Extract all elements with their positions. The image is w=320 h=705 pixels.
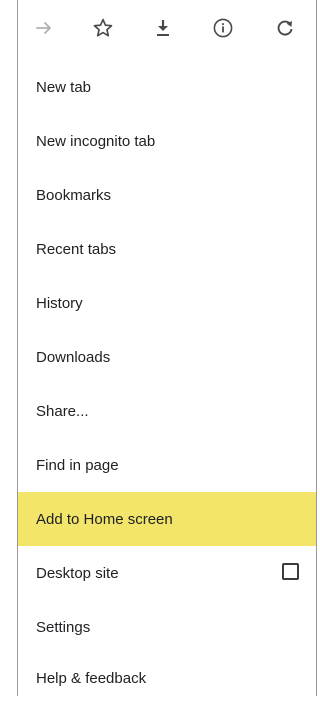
overflow-menu: New tab New incognito tab Bookmarks Rece… <box>17 0 317 696</box>
menu-item-label: History <box>36 294 83 312</box>
menu-item-new-tab[interactable]: New tab <box>18 60 316 114</box>
menu-item-label: New tab <box>36 78 92 96</box>
desktop-site-checkbox[interactable] <box>282 563 299 580</box>
menu-item-recent-tabs[interactable]: Recent tabs <box>18 222 316 276</box>
download-icon[interactable] <box>149 14 177 42</box>
menu-item-label: Recent tabs <box>36 240 117 258</box>
menu-item-label: Share... <box>36 402 89 420</box>
bookmark-star-icon[interactable] <box>89 14 117 42</box>
menu-item-desktop-site[interactable]: Desktop site <box>18 546 316 600</box>
menu-item-new-incognito-tab[interactable]: New incognito tab <box>18 114 316 168</box>
menu-item-label: Add to Home screen <box>36 510 173 528</box>
menu-item-label: New incognito tab <box>36 132 156 150</box>
forward-arrow-icon[interactable] <box>30 14 58 42</box>
menu-item-label: Desktop site <box>36 564 119 582</box>
menu-item-add-to-home-screen[interactable]: Add to Home screen <box>18 492 316 546</box>
menu-item-label: Find in page <box>36 456 119 474</box>
menu-item-label: Downloads <box>36 348 111 366</box>
menu-item-downloads[interactable]: Downloads <box>18 330 316 384</box>
menu-toolbar <box>18 0 316 60</box>
menu-item-share[interactable]: Share... <box>18 384 316 438</box>
menu-item-find-in-page[interactable]: Find in page <box>18 438 316 492</box>
menu-item-settings[interactable]: Settings <box>18 600 316 654</box>
menu-item-history[interactable]: History <box>18 276 316 330</box>
menu-item-label: Bookmarks <box>36 186 112 204</box>
menu-item-label: Help & feedback <box>36 669 147 687</box>
reload-icon[interactable] <box>271 14 299 42</box>
info-icon[interactable] <box>209 14 237 42</box>
menu-item-bookmarks[interactable]: Bookmarks <box>18 168 316 222</box>
menu-item-help-feedback[interactable]: Help & feedback <box>18 651 316 705</box>
menu-item-label: Settings <box>36 618 91 636</box>
